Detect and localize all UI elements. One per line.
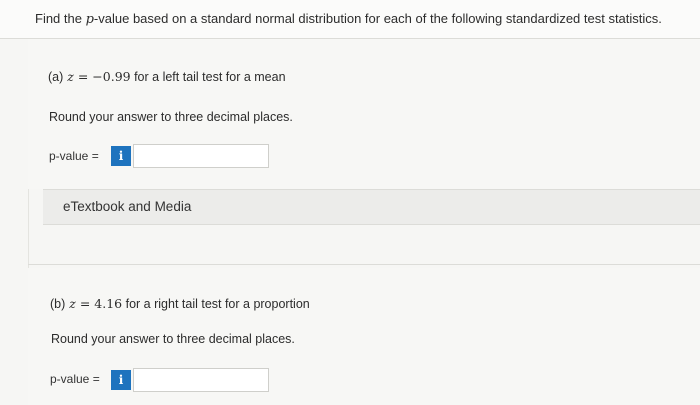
part-a-equals: = bbox=[73, 69, 93, 84]
part-a-round-instruction: Round your answer to three decimal place… bbox=[49, 110, 293, 124]
question-header: Find the p-value based on a standard nor… bbox=[0, 0, 700, 39]
part-b-z-value: 4.16 bbox=[94, 296, 123, 311]
part-b-round-instruction: Round your answer to three decimal place… bbox=[51, 332, 295, 346]
part-a-info-icon[interactable]: i bbox=[111, 146, 131, 166]
etextbook-media-label: eTextbook and Media bbox=[63, 199, 192, 214]
question-prefix: Find the bbox=[35, 11, 86, 26]
part-a-z-variable: z bbox=[67, 69, 74, 84]
part-b-statement: (b) z = 4.16 for a right tail test for a … bbox=[50, 296, 310, 311]
etextbook-media-button[interactable]: eTextbook and Media bbox=[43, 189, 700, 225]
part-b-label: (b) bbox=[50, 297, 66, 311]
part-b-z-variable: z bbox=[69, 296, 76, 311]
part-a-statement: (a) z = −0.99 for a left tail test for a … bbox=[48, 69, 286, 84]
part-b-info-icon[interactable]: i bbox=[111, 370, 131, 390]
part-b-section: (b) z = 4.16 for a right tail test for a … bbox=[28, 268, 700, 405]
question-page: Find the p-value based on a standard nor… bbox=[0, 0, 700, 405]
part-b-equals: = bbox=[75, 296, 95, 311]
question-prompt: Find the p-value based on a standard nor… bbox=[35, 11, 662, 27]
part-a-z-value: −0.99 bbox=[92, 69, 131, 84]
part-a-label: (a) bbox=[48, 70, 64, 84]
question-p-variable: p bbox=[85, 12, 94, 27]
part-a-pvalue-input[interactable] bbox=[133, 144, 269, 168]
part-b-pvalue-input[interactable] bbox=[133, 368, 269, 392]
section-divider bbox=[28, 264, 700, 265]
part-b-pvalue-label: p-value = bbox=[50, 372, 100, 386]
part-a-pvalue-label: p-value = bbox=[49, 149, 99, 163]
part-a-description: for a left tail test for a mean bbox=[130, 70, 286, 84]
question-suffix: -value based on a standard normal distri… bbox=[93, 11, 662, 26]
part-a-section: (a) z = −0.99 for a left tail test for a … bbox=[28, 39, 700, 189]
part-b-description: for a right tail test for a proportion bbox=[122, 297, 310, 311]
